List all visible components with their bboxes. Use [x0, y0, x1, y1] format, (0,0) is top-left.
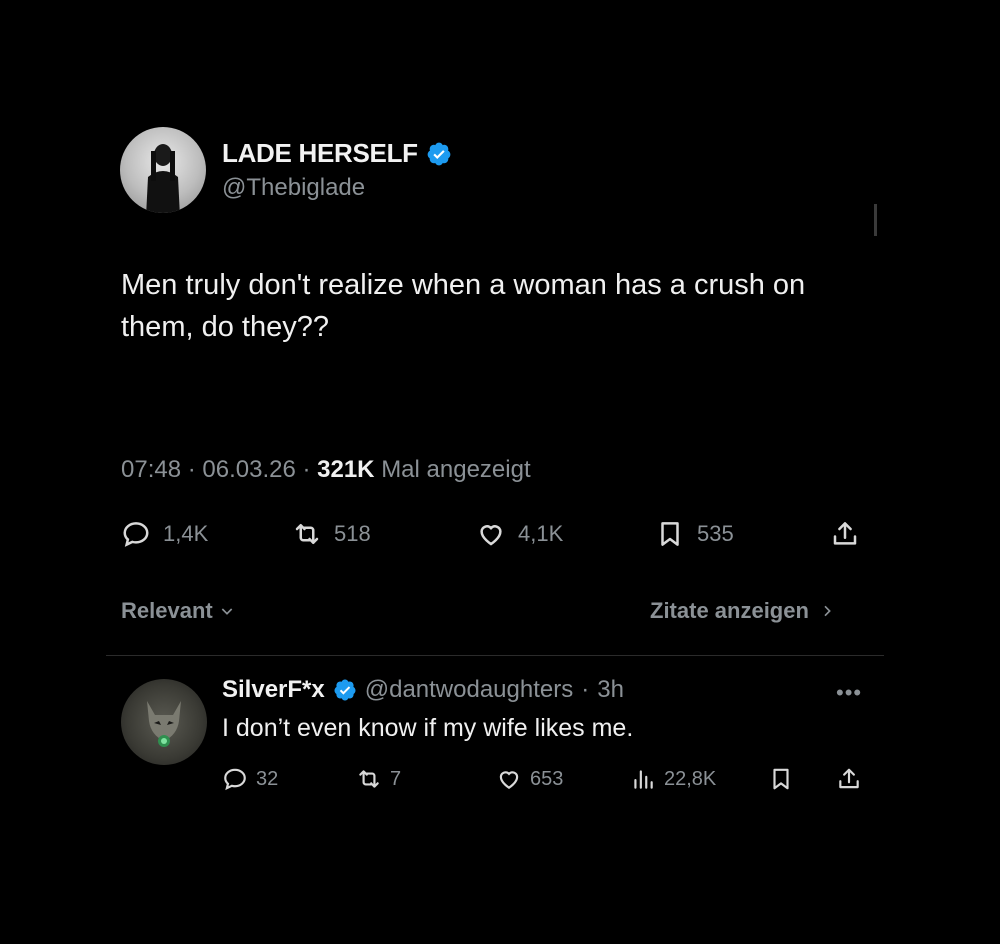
tweet-meta: 07:48 · 06.03.26 · 321K Mal angezeigt — [121, 456, 531, 483]
author-avatar[interactable] — [120, 127, 206, 213]
reply-like-count: 653 — [530, 767, 564, 790]
repost-icon — [359, 770, 379, 788]
reply-text: I don’t even know if my wife likes me. — [222, 714, 634, 742]
share-icon — [839, 768, 859, 789]
reply-header: SilverF*x @dantwodaughters · 3h — [222, 676, 624, 704]
like-button[interactable]: 4,1K — [476, 519, 563, 549]
chevron-down-icon — [221, 608, 232, 615]
divider — [106, 655, 884, 656]
views-count: 321K — [317, 456, 375, 483]
sort-label: Relevant — [121, 598, 213, 623]
author-name-row[interactable]: LADE HERSELF — [222, 138, 452, 169]
like-count: 4,1K — [518, 521, 564, 546]
reply-author-handle[interactable]: @dantwodaughters — [365, 676, 574, 704]
reply-reply-button[interactable]: 32 — [222, 766, 278, 792]
author-name[interactable]: LADE HERSELF — [222, 138, 418, 169]
repost-button[interactable]: 518 — [292, 519, 371, 549]
avatar-figure — [146, 144, 180, 213]
views-label: Mal angezeigt — [381, 456, 531, 483]
reply-separator: · — [581, 676, 590, 703]
tweet-text: Men truly don't realize when a woman has… — [121, 269, 806, 343]
share-icon — [833, 522, 857, 545]
tweet-time[interactable]: 07:48 — [121, 456, 181, 483]
reply-count: 1,4K — [163, 521, 209, 546]
views-icon — [634, 770, 653, 789]
reply-reply-count: 32 — [256, 767, 279, 790]
reply-like-button[interactable]: 653 — [496, 766, 563, 792]
bookmark-icon — [661, 522, 679, 546]
repost-icon — [295, 524, 319, 544]
reply-bookmark-button[interactable] — [768, 766, 794, 792]
reply-author-name[interactable]: SilverF*x — [222, 676, 325, 704]
reply-age[interactable]: 3h — [597, 676, 624, 704]
repost-count: 518 — [334, 521, 371, 546]
more-icon[interactable]: ••• — [836, 680, 862, 706]
view-quotes-link[interactable]: Zitate anzeigen — [650, 598, 835, 624]
reply-author-avatar[interactable] — [121, 679, 207, 765]
reply-icon — [123, 522, 149, 547]
verified-badge-icon — [427, 142, 451, 165]
verified-badge-icon — [334, 679, 356, 701]
bookmark-button[interactable]: 535 — [655, 519, 734, 549]
reply-repost-count: 7 — [390, 767, 402, 790]
scrollbar[interactable] — [874, 204, 877, 236]
share-button[interactable] — [830, 519, 860, 549]
wolf-avatar-image — [147, 701, 181, 747]
like-icon — [499, 771, 519, 789]
view-quotes-label: Zitate anzeigen — [650, 598, 809, 623]
tweet-date[interactable]: 06.03.26 — [202, 456, 295, 483]
bookmark-icon — [773, 768, 789, 790]
reply-icon — [224, 768, 246, 791]
like-icon — [480, 525, 502, 546]
author-handle[interactable]: @Thebiglade — [222, 174, 365, 202]
chevron-right-icon — [824, 605, 831, 617]
reply-repost-button[interactable]: 7 — [356, 766, 401, 792]
reply-button[interactable]: 1,4K — [121, 519, 208, 549]
bookmark-count: 535 — [697, 521, 734, 546]
sort-dropdown[interactable]: Relevant — [121, 598, 235, 624]
reply-views-button[interactable]: 22,8K — [630, 766, 716, 792]
reply-views-count: 22,8K — [664, 767, 717, 790]
reply-share-button[interactable] — [836, 766, 862, 792]
